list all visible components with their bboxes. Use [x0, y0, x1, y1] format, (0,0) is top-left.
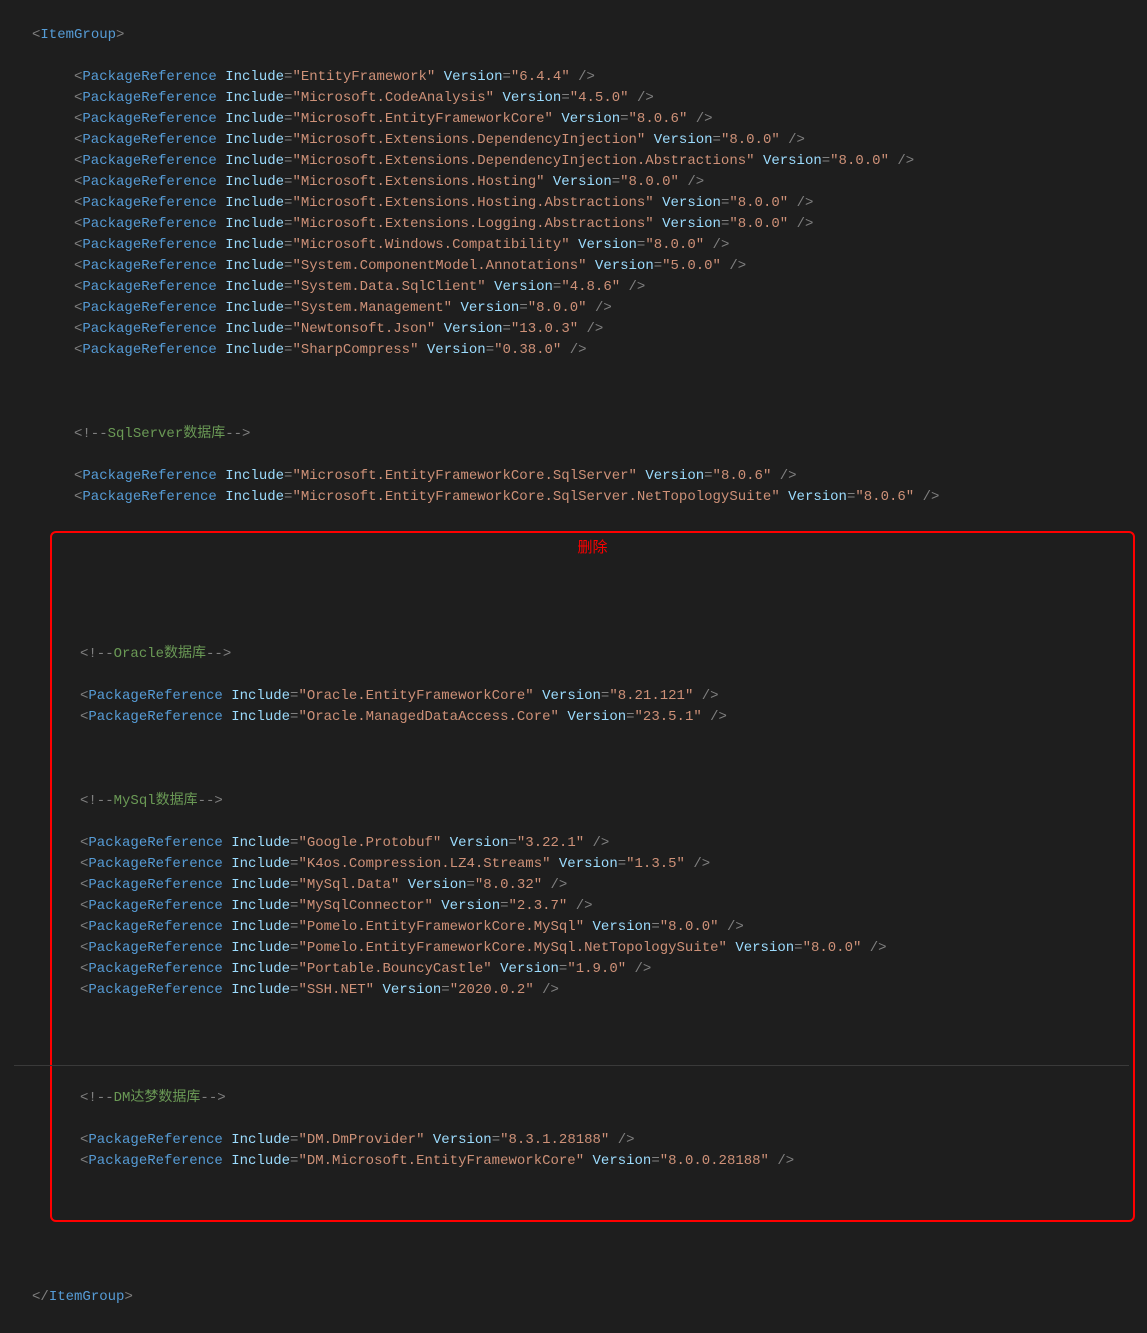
comment-sqlserver: <!--SqlServer数据库-->: [8, 424, 1139, 445]
package-reference: <PackageReference Include="DM.DmProvider…: [14, 1130, 1129, 1151]
package-reference: <PackageReference Include="Pomelo.Entity…: [14, 938, 1129, 959]
comment-mysql: <!--MySql数据库-->: [14, 791, 1129, 812]
comment-dm: <!--DM达梦数据库-->: [14, 1088, 1129, 1109]
package-reference: <PackageReference Include="Microsoft.Ext…: [8, 193, 1139, 214]
package-reference: <PackageReference Include="Microsoft.Ext…: [8, 130, 1139, 151]
package-reference: <PackageReference Include="Microsoft.Cod…: [8, 88, 1139, 109]
package-reference: <PackageReference Include="Newtonsoft.Js…: [8, 319, 1139, 340]
package-reference: <PackageReference Include="Google.Protob…: [14, 833, 1129, 854]
package-reference: <PackageReference Include="Microsoft.Ent…: [8, 487, 1139, 508]
package-reference: <PackageReference Include="DM.Microsoft.…: [14, 1151, 1129, 1172]
package-reference: <PackageReference Include="SharpCompress…: [8, 340, 1139, 361]
package-reference: <PackageReference Include="Oracle.Manage…: [14, 707, 1129, 728]
delete-label: 删除: [577, 537, 607, 560]
package-reference: <PackageReference Include="System.Compon…: [8, 256, 1139, 277]
package-reference: <PackageReference Include="Microsoft.Win…: [8, 235, 1139, 256]
package-reference: <PackageReference Include="Microsoft.Ent…: [8, 466, 1139, 487]
package-reference: <PackageReference Include="Pomelo.Entity…: [14, 917, 1129, 938]
itemgroup-close-tag: </ItemGroup>: [8, 1287, 1139, 1308]
package-reference: <PackageReference Include="Microsoft.Ext…: [8, 214, 1139, 235]
package-reference: <PackageReference Include="System.Data.S…: [8, 277, 1139, 298]
package-reference: <PackageReference Include="System.Manage…: [8, 298, 1139, 319]
package-reference: <PackageReference Include="Oracle.Entity…: [14, 686, 1129, 707]
package-reference: <PackageReference Include="SSH.NET" Vers…: [14, 980, 1129, 1001]
package-reference: <PackageReference Include="K4os.Compress…: [14, 854, 1129, 875]
package-reference: <PackageReference Include="Microsoft.Ext…: [8, 151, 1139, 172]
delete-highlight-box: 删除 <!--Oracle数据库--> <PackageReference In…: [50, 531, 1135, 1222]
package-reference: <PackageReference Include="EntityFramewo…: [8, 67, 1139, 88]
itemgroup-open-tag: <ItemGroup>: [8, 25, 1139, 46]
code-editor[interactable]: <ItemGroup> <PackageReference Include="E…: [0, 4, 1147, 1329]
package-reference: <PackageReference Include="Microsoft.Ent…: [8, 109, 1139, 130]
package-reference: <PackageReference Include="Portable.Boun…: [14, 959, 1129, 980]
package-reference: <PackageReference Include="MySql.Data" V…: [14, 875, 1129, 896]
package-reference: <PackageReference Include="Microsoft.Ext…: [8, 172, 1139, 193]
comment-oracle: <!--Oracle数据库-->: [14, 644, 1129, 665]
package-reference: <PackageReference Include="MySqlConnecto…: [14, 896, 1129, 917]
